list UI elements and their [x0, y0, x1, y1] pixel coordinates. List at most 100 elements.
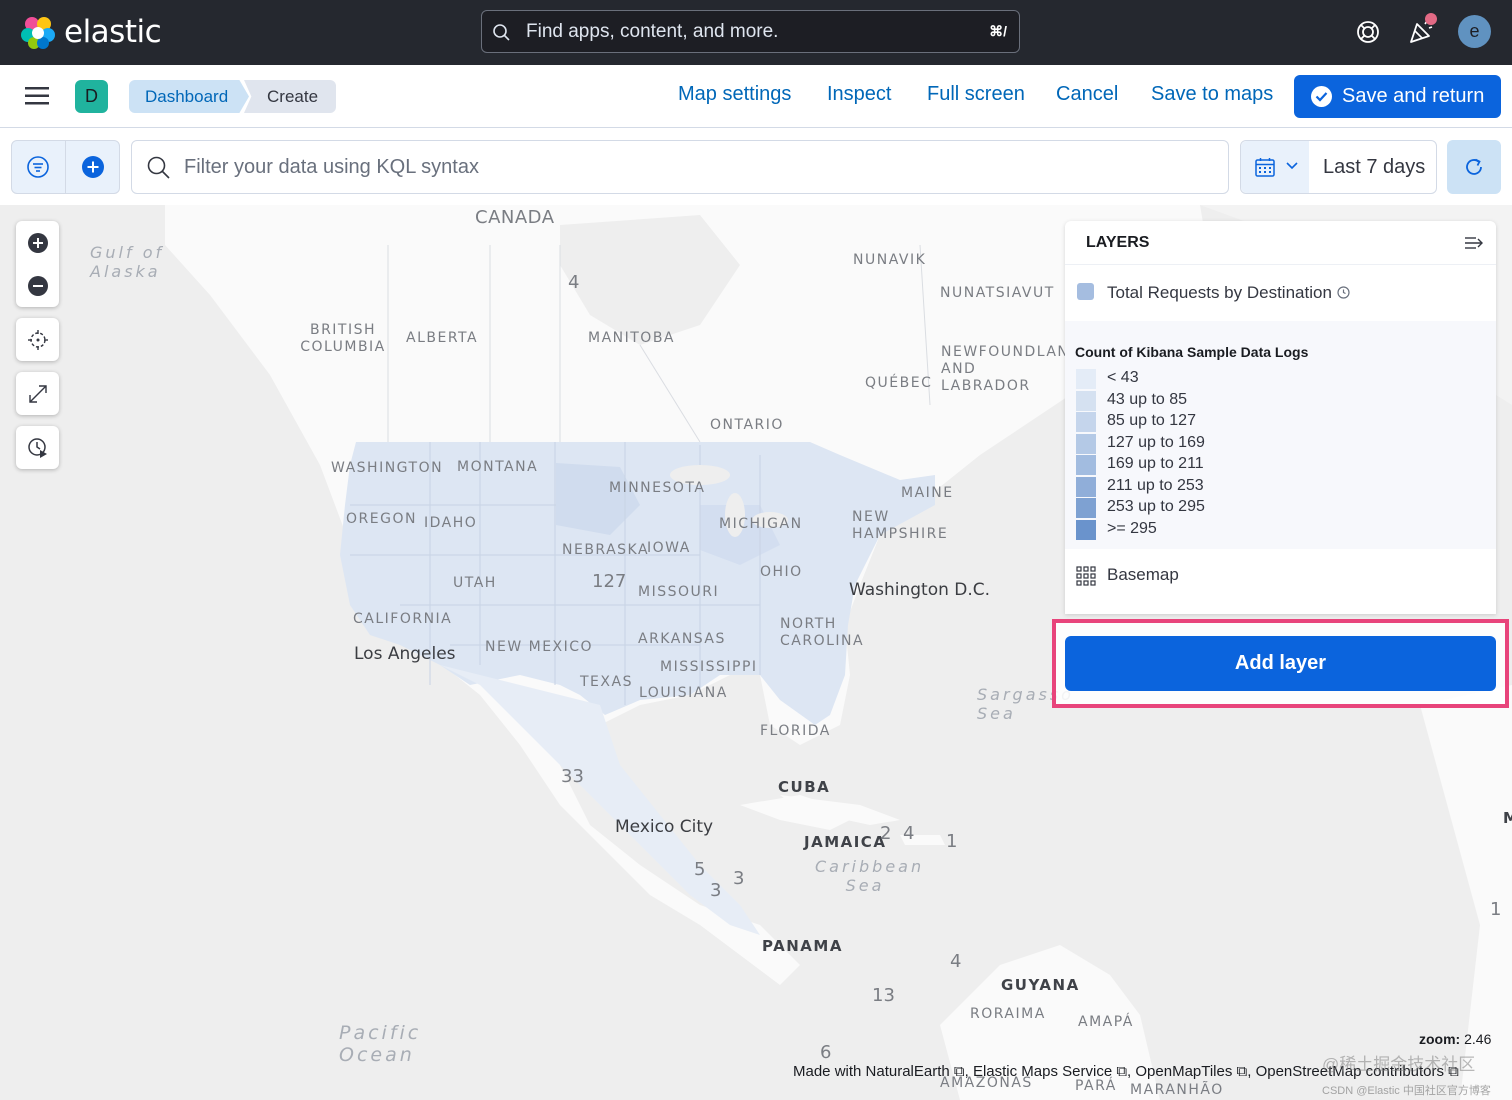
timeslider-button[interactable]	[16, 426, 59, 469]
chevron-down-icon	[1286, 162, 1298, 170]
legend-item: 253 up to 295	[1075, 497, 1375, 518]
refresh-button[interactable]	[1447, 140, 1501, 194]
count-label: 6	[820, 1042, 832, 1063]
layer-item-total-requests[interactable]: Total Requests by Destination	[1065, 281, 1496, 307]
legend-label: 169 up to 211	[1107, 455, 1204, 472]
quick-select-button[interactable]	[1241, 141, 1309, 193]
add-layer-button[interactable]: Add layer	[1065, 636, 1496, 691]
map-label-jamaica: JAMAICA	[804, 833, 887, 851]
map-label-ontario: ONTARIO	[710, 417, 784, 433]
legend-swatch	[1076, 476, 1096, 497]
map-label-montana: MONTANA	[457, 459, 539, 475]
divider	[1065, 264, 1496, 265]
zoom-out-button[interactable]	[16, 264, 59, 307]
legend-swatch	[1076, 390, 1096, 411]
add-filter-icon[interactable]	[81, 155, 105, 179]
date-picker[interactable]: Last 7 days	[1240, 140, 1437, 194]
global-search-input[interactable]: Find apps, content, and more. ⌘/	[481, 10, 1020, 53]
map-label-amapa: AMAPÁ	[1078, 1014, 1134, 1030]
grid-icon	[1076, 566, 1096, 586]
map-label-manitoba: MANITOBA	[588, 330, 676, 346]
watermark-secondary: CSDN @Elastic 中国社区官方博客	[1322, 1085, 1491, 1097]
map-label-washington-dc: Washington D.C.	[849, 580, 991, 600]
legend-label: >= 295	[1107, 519, 1157, 537]
breadcrumb-create: Create	[244, 80, 336, 113]
layer-item-basemap[interactable]: Basemap	[1065, 551, 1496, 595]
fit-to-data-button[interactable]	[16, 318, 59, 361]
map-label-north-carolina: NORTH CAROLINA	[780, 616, 865, 649]
fit-to-data-control	[16, 318, 59, 361]
legend-item: 43 up to 85	[1075, 390, 1375, 411]
cancel-link[interactable]: Cancel	[1056, 83, 1118, 106]
map-label-maine: MAINE	[901, 485, 954, 501]
legend-label: 253 up to 295	[1107, 498, 1205, 515]
count-label: 2	[880, 823, 892, 844]
space-avatar[interactable]: D	[75, 80, 108, 113]
search-shortcut: ⌘/	[989, 23, 1007, 39]
legend-item: 85 up to 127	[1075, 411, 1375, 432]
basemap-label: Basemap	[1107, 565, 1179, 584]
map-label-newfoundland: NEWFOUNDLAND AND LABRADOR	[941, 344, 1082, 394]
map-label-quebec: QUÉBEC	[865, 375, 933, 391]
search-icon	[493, 24, 510, 41]
layer-swatch	[1077, 283, 1094, 300]
map-label-pacific-ocean: Pacific Ocean	[339, 1022, 422, 1066]
map-label-missouri: MISSOURI	[638, 584, 720, 600]
kql-query-input[interactable]: Filter your data using KQL syntax	[131, 140, 1229, 194]
legend-item: >= 295	[1075, 519, 1375, 540]
map-label-guyana: GUYANA	[1001, 976, 1080, 994]
search-placeholder: Find apps, content, and more.	[526, 21, 779, 42]
map-label-iowa: IOWA	[647, 540, 691, 556]
map-label-washington: WASHINGTON	[331, 460, 444, 476]
map-settings-link[interactable]: Map settings	[678, 83, 791, 106]
map-label-sargasso-sea: Sargasso Sea	[977, 685, 1074, 723]
count-label: 3	[733, 868, 745, 889]
map-label-los-angeles: Los Angeles	[354, 644, 456, 664]
map-label-oregon: OREGON	[346, 511, 417, 527]
expand-button[interactable]	[16, 372, 59, 415]
zoom-in-icon	[28, 233, 48, 253]
map-label-british-columbia: BRITISH COLUMBIA	[300, 322, 386, 355]
map-label-alberta: ALBERTA	[406, 330, 479, 346]
clock-icon	[1337, 286, 1350, 299]
map-label-maranhao: MARANHÃO	[1130, 1082, 1224, 1098]
collapse-panel-icon[interactable]	[1464, 233, 1484, 253]
zoom-in-button[interactable]	[16, 221, 59, 264]
map-label-cuba: CUBA	[778, 778, 831, 796]
map-label-arkansas: ARKANSAS	[638, 631, 726, 647]
save-and-return-button[interactable]: Save and return	[1294, 75, 1501, 118]
map-label-edge: M	[1503, 809, 1512, 827]
filter-menu-icon[interactable]	[26, 155, 50, 179]
count-label: 4	[568, 272, 580, 293]
map-label-california: CALIFORNIA	[353, 611, 453, 627]
zoom-controls	[16, 221, 59, 307]
legend-swatch	[1076, 455, 1096, 475]
logo-text[interactable]: elastic	[64, 14, 162, 50]
layers-title: LAYERS	[1086, 234, 1150, 251]
full-screen-link[interactable]: Full screen	[927, 83, 1025, 106]
breadcrumb-dashboard[interactable]: Dashboard	[129, 80, 249, 113]
layer-legend: Count of Kibana Sample Data Logs < 43 43 …	[1065, 321, 1496, 549]
watermark: @稀土掘金技术社区	[1322, 1055, 1476, 1074]
map-label-mexico-city: Mexico City	[615, 817, 714, 837]
help-icon[interactable]	[1352, 16, 1384, 48]
elastic-logo-icon[interactable]	[20, 14, 56, 50]
legend-label: 211 up to 253	[1107, 476, 1204, 494]
count-label: 13	[872, 985, 895, 1006]
legend-label: < 43	[1107, 369, 1139, 386]
layer-name: Total Requests by Destination	[1107, 283, 1350, 303]
user-avatar[interactable]: e	[1458, 15, 1491, 48]
map-label-new-hampshire: NEW HAMPSHIRE	[852, 509, 949, 542]
count-label: 127	[592, 571, 627, 592]
menu-icon[interactable]	[25, 86, 51, 106]
map-label-canada: CANADA	[475, 207, 555, 228]
calendar-icon	[1255, 158, 1275, 177]
legend-swatch	[1076, 433, 1096, 454]
check-circle-icon	[1311, 86, 1332, 107]
legend-label: 127 up to 169	[1107, 433, 1205, 451]
count-label: 3	[710, 880, 722, 901]
date-range-label[interactable]: Last 7 days	[1323, 156, 1425, 179]
inspect-link[interactable]: Inspect	[827, 83, 891, 106]
legend-label: 85 up to 127	[1107, 412, 1196, 429]
save-to-maps-link[interactable]: Save to maps	[1151, 83, 1273, 106]
